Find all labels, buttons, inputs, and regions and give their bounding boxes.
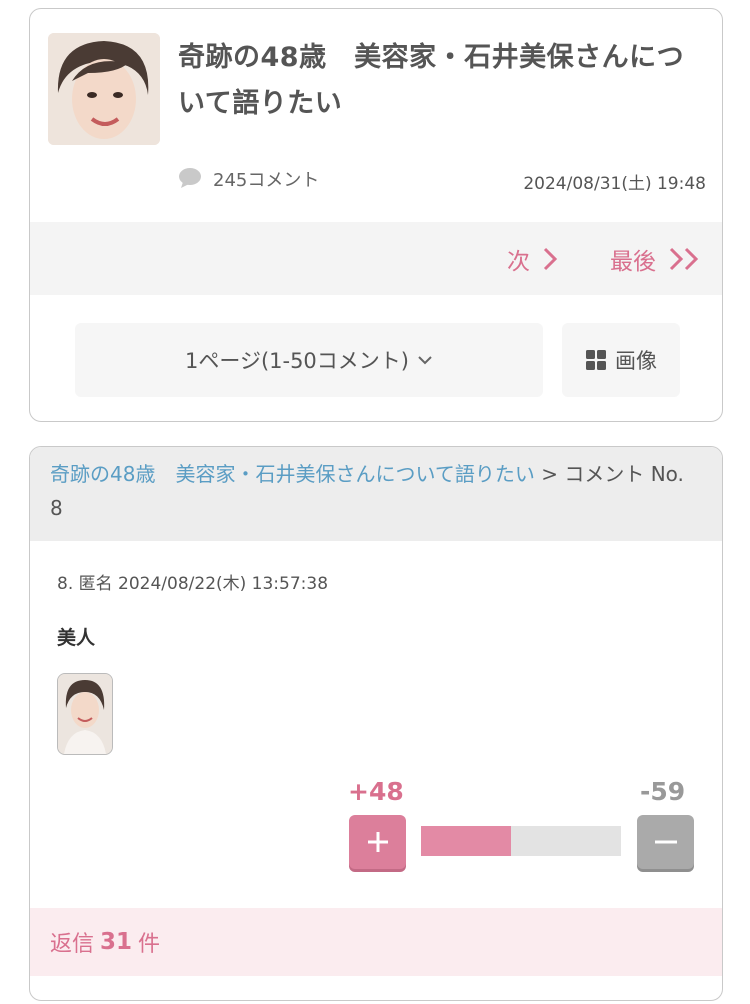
reply-suffix: 件 bbox=[138, 932, 161, 957]
last-page-label: 最後 bbox=[610, 249, 656, 275]
double-chevron-right-icon bbox=[669, 247, 699, 271]
topic-card: 奇跡の48歳 美容家・石井美保さんについて語りたい 245コメント 2024/0… bbox=[29, 8, 723, 422]
next-page-label: 次 bbox=[507, 249, 530, 275]
topic-title[interactable]: 奇跡の48歳 美容家・石井美保さんについて語りたい bbox=[178, 35, 708, 127]
page-select[interactable]: 1ページ(1-50コメント) bbox=[75, 323, 543, 397]
topic-thumbnail[interactable] bbox=[48, 33, 160, 145]
topic-meta: 245コメント 2024/08/31(土) 19:48 bbox=[178, 165, 708, 194]
minus-vote-count: -59 bbox=[640, 777, 686, 806]
plus-vote-count: +48 bbox=[348, 777, 404, 806]
vote-ratio-bar bbox=[421, 826, 621, 856]
grid-icon bbox=[586, 350, 606, 370]
pager: 次 最後 bbox=[30, 222, 722, 295]
plus-vote-button[interactable] bbox=[349, 815, 406, 869]
replies-link[interactable]: 返信 31 件 bbox=[30, 908, 722, 976]
comment-card: 奇跡の48歳 美容家・石井美保さんについて語りたい > コメント No. 8 8… bbox=[29, 446, 723, 1001]
comment-count: 245コメント bbox=[213, 170, 320, 191]
breadcrumb-topic-link[interactable]: 奇跡の48歳 美容家・石井美保さんについて語りたい bbox=[50, 462, 535, 486]
chevron-down-icon bbox=[418, 356, 432, 365]
comment-header: 8. 匿名 2024/08/22(木) 13:57:38 bbox=[57, 574, 329, 594]
plus-icon bbox=[367, 832, 388, 852]
next-page-button[interactable]: 次 bbox=[507, 242, 558, 276]
image-button-label: 画像 bbox=[615, 349, 657, 373]
reply-count: 31 bbox=[100, 929, 133, 955]
last-page-button[interactable]: 最後 bbox=[610, 242, 702, 276]
reply-prefix: 返信 bbox=[50, 932, 95, 957]
vote-ratio-fill bbox=[421, 826, 511, 856]
topic-date: 2024/08/31(土) 19:48 bbox=[523, 174, 706, 194]
comment-body: 美人 bbox=[57, 627, 96, 649]
minus-vote-button[interactable] bbox=[637, 815, 694, 869]
page-select-label: 1ページ(1-50コメント) bbox=[185, 349, 409, 373]
breadcrumb-separator: > bbox=[534, 462, 565, 486]
breadcrumb: 奇跡の48歳 美容家・石井美保さんについて語りたい > コメント No. 8 bbox=[30, 447, 722, 541]
comment-bubble-icon bbox=[179, 168, 201, 188]
chevron-right-icon bbox=[543, 247, 558, 271]
minus-icon bbox=[654, 840, 677, 844]
comment-image[interactable] bbox=[57, 673, 113, 755]
image-gallery-button[interactable]: 画像 bbox=[562, 323, 680, 397]
